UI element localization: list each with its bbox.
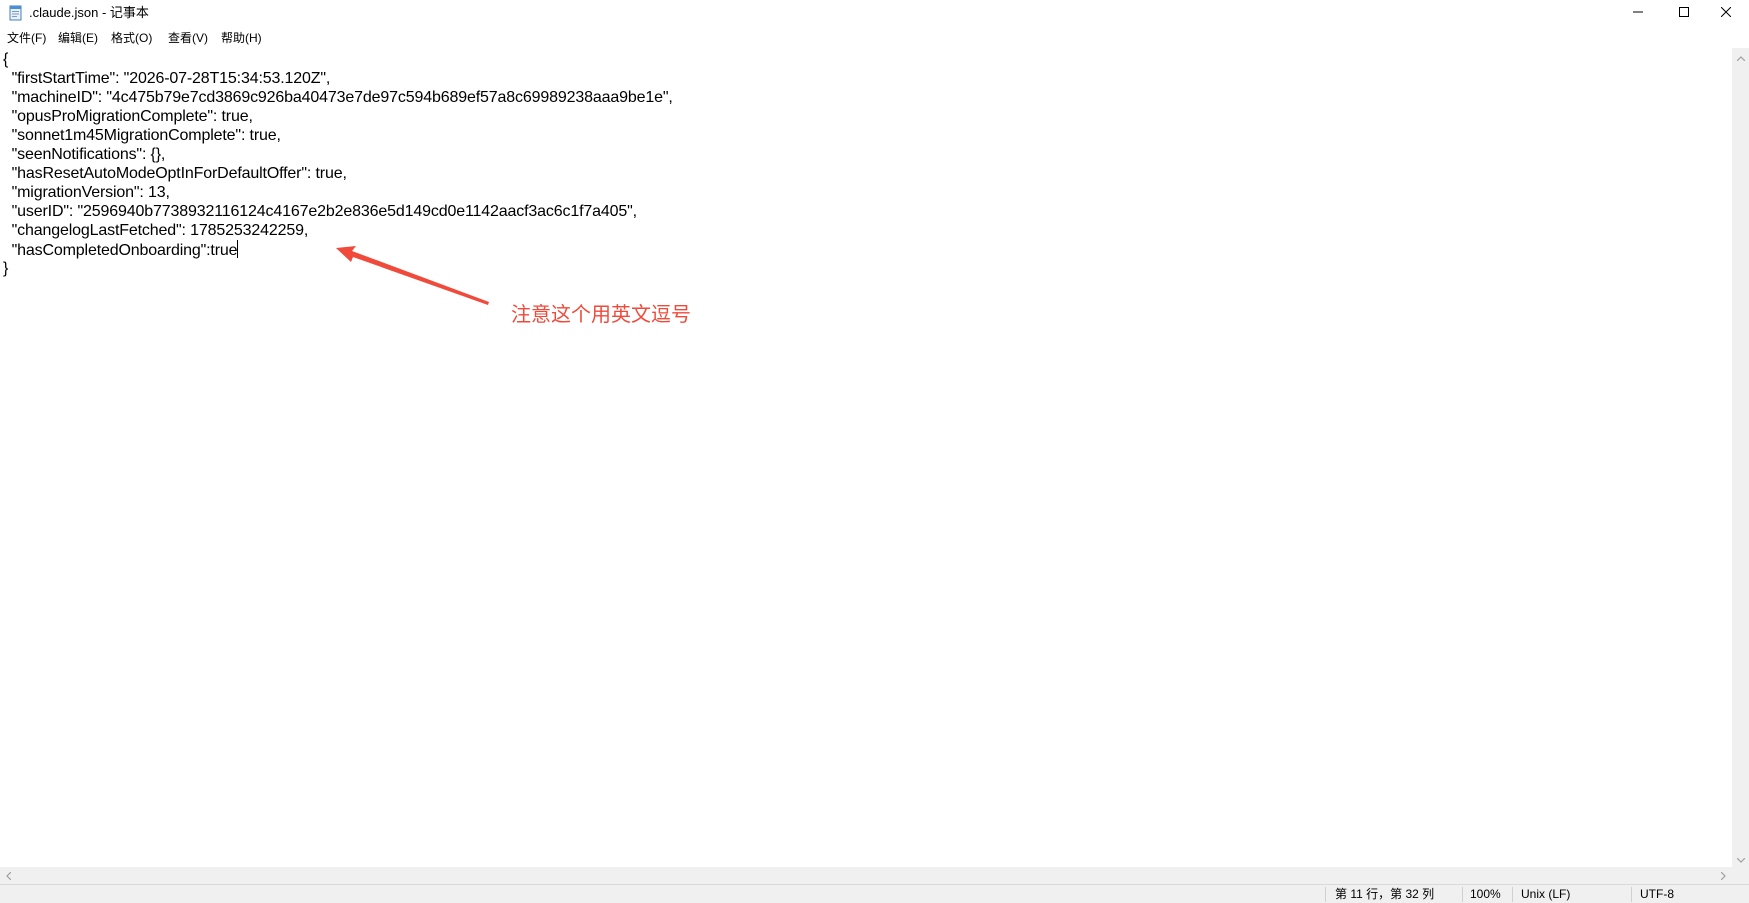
menu-help[interactable]: 帮助(H) bbox=[221, 30, 262, 46]
menu-view[interactable]: 查看(V) bbox=[168, 30, 208, 46]
editor-line: "firstStartTime": "2026-07-28T15:34:53.1… bbox=[3, 70, 331, 87]
title-bar[interactable]: .claude.json - 记事本 bbox=[0, 0, 1749, 26]
maximize-icon bbox=[1679, 4, 1689, 22]
status-zoom: 100% bbox=[1470, 887, 1501, 901]
vertical-scrollbar[interactable] bbox=[1732, 48, 1749, 867]
editor-line: "hasResetAutoModeOptInForDefaultOffer": … bbox=[3, 165, 347, 182]
menu-edit[interactable]: 编辑(E) bbox=[58, 30, 98, 46]
editor-line: "opusProMigrationComplete": true, bbox=[3, 108, 253, 125]
minimize-icon bbox=[1633, 4, 1643, 22]
maximize-button[interactable] bbox=[1661, 0, 1707, 26]
menu-bar: 文件(F) 编辑(E) 格式(O) 查看(V) 帮助(H) bbox=[0, 28, 1749, 48]
vertical-scroll-track[interactable] bbox=[1732, 65, 1749, 850]
text-editor[interactable]: { "firstStartTime": "2026-07-28T15:34:53… bbox=[0, 50, 1732, 867]
status-cursor-position: 第 11 行，第 32 列 bbox=[1335, 887, 1435, 901]
scroll-down-button[interactable] bbox=[1732, 850, 1749, 867]
status-separator bbox=[1325, 887, 1326, 902]
notepad-icon[interactable] bbox=[8, 5, 24, 21]
window-title: .claude.json - 记事本 bbox=[29, 5, 149, 20]
editor-line: "seenNotifications": {}, bbox=[3, 146, 166, 163]
status-encoding: UTF-8 bbox=[1640, 887, 1674, 901]
scroll-right-button[interactable] bbox=[1715, 867, 1732, 884]
notepad-window: .claude.json - 记事本 文件(F) 编辑(E) 格式(O) 查看(… bbox=[0, 0, 1749, 903]
editor-line: "machineID": "4c475b79e7cd3869c926ba4047… bbox=[3, 89, 673, 106]
scroll-right-arrow-icon bbox=[1720, 867, 1726, 885]
close-icon bbox=[1720, 4, 1732, 22]
scroll-left-arrow-icon bbox=[6, 867, 12, 885]
status-bar: 第 11 行，第 32 列 100% Unix (LF) UTF-8 bbox=[0, 884, 1749, 903]
editor-line: "sonnet1m45MigrationComplete": true, bbox=[3, 127, 281, 144]
close-button[interactable] bbox=[1703, 0, 1749, 26]
editor-line: { bbox=[3, 51, 9, 68]
editor-line: } bbox=[3, 260, 9, 277]
scroll-left-button[interactable] bbox=[0, 867, 17, 884]
text-caret bbox=[237, 240, 239, 258]
scrollbar-corner bbox=[1732, 867, 1749, 884]
editor-line: "changelogLastFetched": 1785253242259, bbox=[3, 222, 309, 239]
editor-line: "userID": "2596940b7738932116124c4167e2b… bbox=[3, 203, 638, 220]
status-line-ending: Unix (LF) bbox=[1521, 887, 1571, 901]
status-separator bbox=[1512, 887, 1513, 902]
status-separator bbox=[1631, 887, 1632, 902]
editor-line: "migrationVersion": 13, bbox=[3, 184, 170, 201]
editor-line-current: "hasCompletedOnboarding":true bbox=[3, 240, 239, 261]
minimize-button[interactable] bbox=[1615, 0, 1661, 26]
horizontal-scroll-track[interactable] bbox=[17, 867, 1715, 884]
horizontal-scrollbar[interactable] bbox=[0, 867, 1732, 884]
status-separator bbox=[1462, 887, 1463, 902]
menu-file[interactable]: 文件(F) bbox=[7, 30, 46, 46]
menu-format[interactable]: 格式(O) bbox=[111, 30, 152, 46]
editor-line-text: "hasCompletedOnboarding":true bbox=[3, 242, 238, 259]
scroll-up-button[interactable] bbox=[1732, 48, 1749, 65]
annotation-note: 注意这个用英文逗号 bbox=[511, 304, 691, 326]
scroll-up-arrow-icon bbox=[1736, 48, 1745, 66]
scroll-down-arrow-icon bbox=[1736, 850, 1745, 868]
